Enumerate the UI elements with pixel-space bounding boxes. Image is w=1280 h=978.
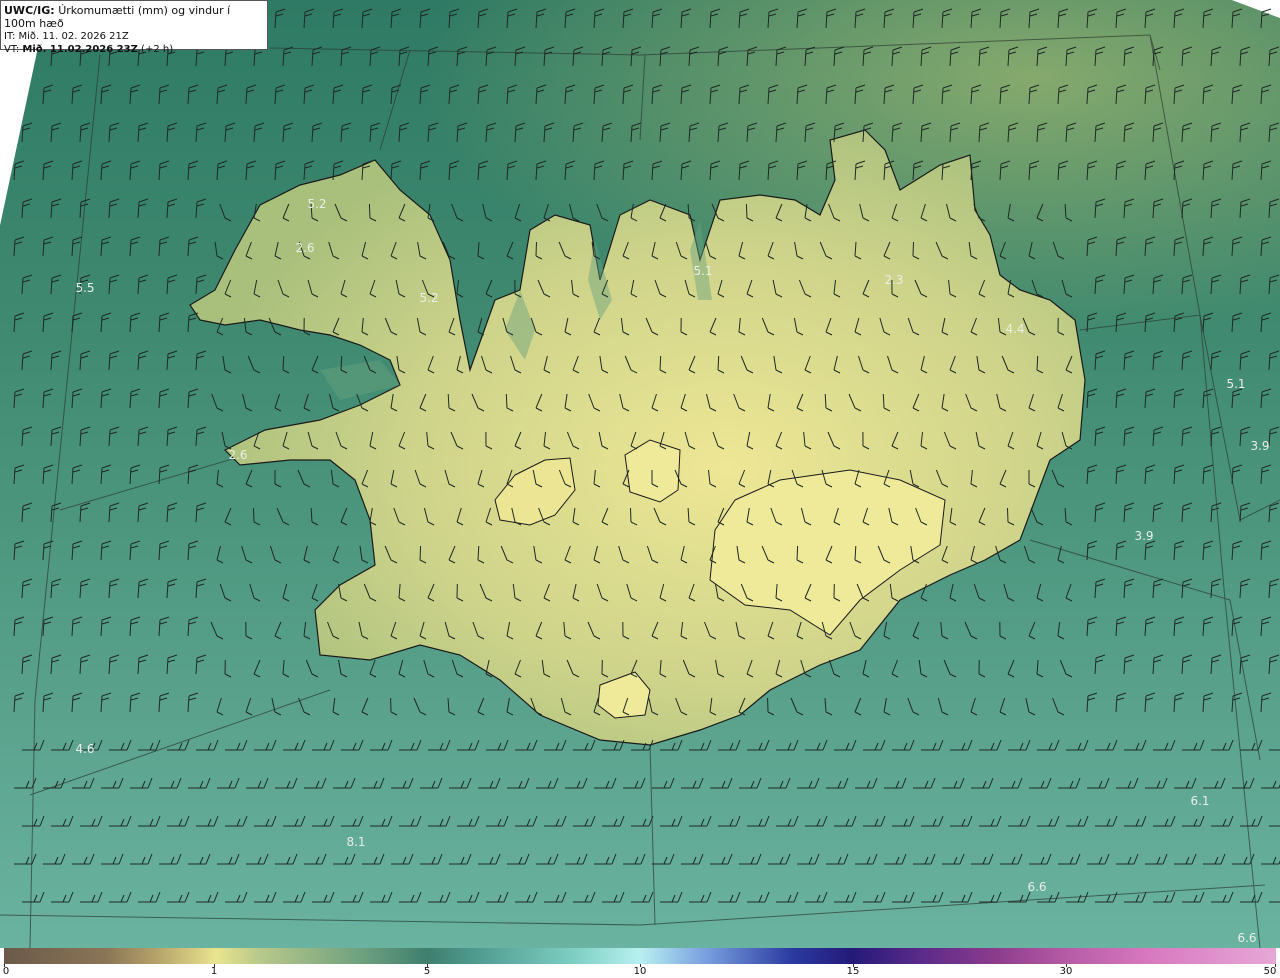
map-label: 2.6 <box>295 241 314 255</box>
colorbar-tick-label: 5 <box>423 966 431 977</box>
colorbar-tick-label: 10 <box>633 966 647 977</box>
valid-time-line: VT: Mið. 11.02.2026 23Z (+2 h) <box>4 43 264 56</box>
map-label: 6.6 <box>1027 880 1046 894</box>
colorbar-tick-label: 15 <box>846 966 860 977</box>
map-label: 4.6 <box>75 742 94 756</box>
precipitation-map: 5.2 2.6 5.2 5.5 5.1 2.3 4.4 5.1 3.9 3.9 … <box>0 0 1280 948</box>
map-label: 3.9 <box>1134 529 1153 543</box>
map-label: 6.1 <box>1190 794 1209 808</box>
valid-prefix: VT: <box>4 44 23 55</box>
colorbar-tick-label: 1 <box>210 966 218 977</box>
map-info-box: UWC/IG: Úrkomumætti (mm) og vindur í 100… <box>0 0 268 55</box>
precipitation-colorbar: 0 1 5 10 15 30 50 <box>0 948 1280 978</box>
colorbar-tick-label: 50 <box>1263 966 1277 977</box>
map-title-line: UWC/IG: Úrkomumætti (mm) og vindur í 100… <box>4 4 264 30</box>
valid-offset: (+2 h) <box>137 44 174 55</box>
map-label: 5.5 <box>75 281 94 295</box>
issue-time: IT: Mið. 11. 02. 2026 21Z <box>4 31 129 42</box>
map-label: 4.4 <box>1005 322 1024 336</box>
valid-time: Mið. 11.02.2026 23Z <box>22 44 138 55</box>
map-label: 5.2 <box>419 291 438 305</box>
map-label: 5.1 <box>1226 377 1245 391</box>
colorbar-tick-label: 30 <box>1059 966 1073 977</box>
map-label: 5.2 <box>307 197 326 211</box>
map-label: 2.6 <box>228 448 247 462</box>
map-label: 6.6 <box>1237 931 1256 945</box>
map-label: 2.3 <box>884 273 903 287</box>
map-label: 8.1 <box>346 835 365 849</box>
map-label: 3.9 <box>1250 439 1269 453</box>
map-label: 5.1 <box>693 264 712 278</box>
colorbar-tick-label: 0 <box>2 966 10 977</box>
model-name: UWC/IG: <box>4 4 55 17</box>
colorbar-ramp <box>4 948 1276 964</box>
